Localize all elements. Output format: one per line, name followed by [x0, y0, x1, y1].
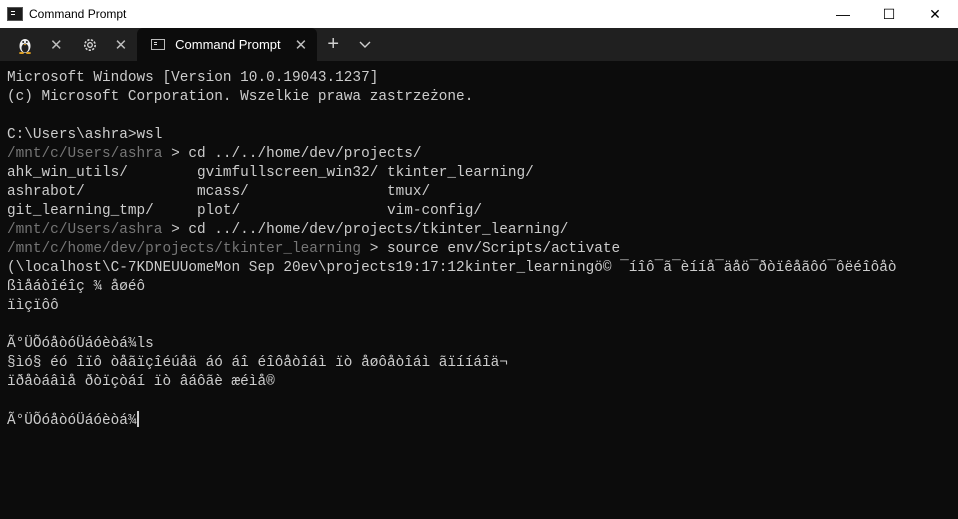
line-text: > cd ../../home/dev/projects/: [162, 146, 422, 162]
line-text: ßìåáòîéîç ¾ åøéô: [7, 279, 146, 295]
window-title: Command Prompt: [29, 7, 127, 21]
line-text: §ìó§ éó îïô òåãïçîéúåä áó áî éîôåòîáì ïò…: [7, 355, 508, 371]
tab-linux-close-button[interactable]: ✕: [50, 36, 63, 54]
line-text: C:\Users\ashra>wsl: [7, 127, 163, 143]
tab-settings-close-button[interactable]: ✕: [115, 36, 128, 54]
terminal-line: (c) Microsoft Corporation. Wszelkie praw…: [7, 88, 958, 107]
terminal-line: (\localhost\C-7KDNEUUomeMon Sep 20ev\pro…: [7, 259, 958, 278]
terminal-line: ßìåáòîéîç ¾ åøéô: [7, 278, 958, 297]
tab-dropdown-button[interactable]: [349, 28, 381, 61]
chevron-down-icon: [359, 38, 371, 52]
line-text: ahk_win_utils/ gvimfullscreen_win32/ tki…: [7, 165, 534, 181]
terminal-line: /mnt/c/Users/ashra > cd ../../home/dev/p…: [7, 145, 958, 164]
gear-icon: [79, 34, 101, 56]
tab-command-prompt[interactable]: Command Prompt ✕: [137, 28, 318, 61]
line-text: git_learning_tmp/ plot/ vim-config/: [7, 203, 482, 219]
line-text: ïìçïôô: [7, 298, 59, 314]
tab-linux[interactable]: ✕: [0, 28, 73, 61]
linux-penguin-icon: [14, 34, 36, 56]
text-cursor: [136, 411, 139, 427]
terminal-line: /mnt/c/home/dev/projects/tkinter_learnin…: [7, 240, 958, 259]
close-button[interactable]: ✕: [912, 0, 958, 28]
minimize-button[interactable]: —: [820, 0, 866, 28]
line-text: Microsoft Windows [Version 10.0.19043.12…: [7, 70, 379, 86]
prompt-path: /mnt/c/Users/ashra: [7, 222, 163, 238]
terminal-line: §ìó§ éó îïô òåãïçîéúåä áó áî éîôåòîáì ïò…: [7, 354, 958, 373]
line-text: ashrabot/ mcass/ tmux/: [7, 184, 431, 200]
line-text: > source env/Scripts/activate: [361, 241, 621, 257]
terminal-line: ashrabot/ mcass/ tmux/: [7, 183, 958, 202]
line-text: (\localhost\C-7KDNEUUomeMon Sep 20ev\pro…: [7, 260, 897, 276]
terminal-line: ïðåòáâìå ðòïçòáí ïò âáôãè æéìå®: [7, 373, 958, 392]
tab-settings[interactable]: ✕: [73, 28, 138, 61]
terminal-line: /mnt/c/Users/ashra > cd ../../home/dev/p…: [7, 221, 958, 240]
terminal-line: ahk_win_utils/ gvimfullscreen_win32/ tki…: [7, 164, 958, 183]
tab-command-prompt-label: Command Prompt: [175, 37, 281, 52]
cmd-app-icon: [7, 7, 23, 21]
line-text: Ã°ÜÕóåòóÜáóèòá¾ls: [7, 336, 154, 352]
tab-command-prompt-close-button[interactable]: ✕: [295, 36, 308, 54]
terminal-line: Ã°ÜÕóåòóÜáóèòá¾ls: [7, 335, 958, 354]
line-text: (c) Microsoft Corporation. Wszelkie praw…: [7, 89, 474, 105]
terminal-line: git_learning_tmp/ plot/ vim-config/: [7, 202, 958, 221]
title-bar[interactable]: Command Prompt — ☐ ✕: [0, 0, 958, 28]
new-tab-button[interactable]: +: [317, 28, 349, 61]
line-text: > cd ../../home/dev/projects/tkinter_lea…: [162, 222, 569, 238]
terminal-line: Microsoft Windows [Version 10.0.19043.12…: [7, 69, 958, 88]
terminal-line: C:\Users\ashra>wsl: [7, 126, 958, 145]
maximize-button[interactable]: ☐: [866, 0, 912, 28]
prompt-path: /mnt/c/Users/ashra: [7, 146, 163, 162]
line-text: Ã°ÜÕóåòóÜáóèòá¾: [7, 413, 137, 429]
caption-buttons: — ☐ ✕: [820, 0, 958, 28]
terminal-output[interactable]: Microsoft Windows [Version 10.0.19043.12…: [7, 69, 958, 519]
prompt-path: /mnt/c/home/dev/projects/tkinter_learnin…: [7, 241, 362, 257]
line-text: ïðåòáâìå ðòïçòáí ïò âáôãè æéìå®: [7, 374, 275, 390]
terminal-window: Command Prompt — ☐ ✕ ✕ ✕ Command Prompt …: [0, 0, 958, 519]
terminal-line: Ã°ÜÕóåòóÜáóèòá¾: [7, 411, 958, 430]
terminal-line: ïìçïôô: [7, 297, 958, 316]
tab-bar: ✕ ✕ Command Prompt ✕ +: [0, 28, 958, 61]
cmd-icon: [151, 39, 166, 50]
